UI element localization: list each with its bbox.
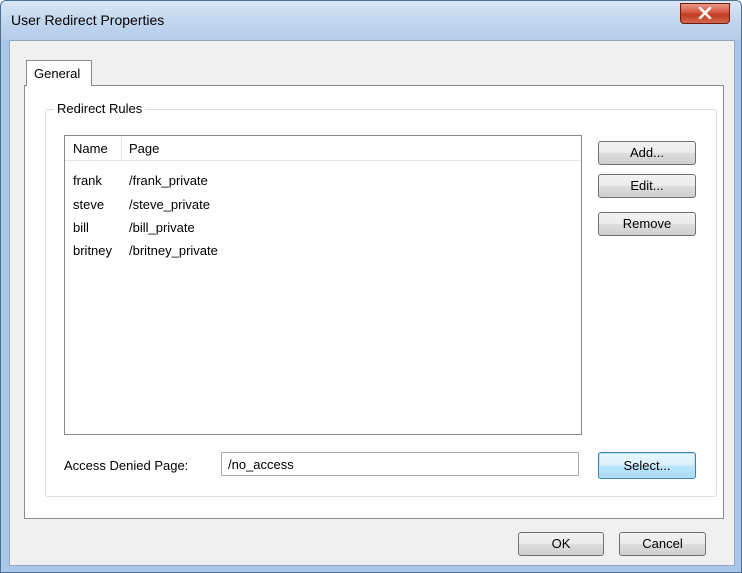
tab-general[interactable]: General [26,60,92,86]
close-button[interactable] [680,3,730,24]
list-header: Name Page [65,136,581,161]
window-title: User Redirect Properties [11,12,165,28]
list-item[interactable]: bill /bill_private [65,218,581,237]
list-item-name: frank [73,173,102,188]
access-denied-page-value: /no_access [228,457,294,472]
column-header-name[interactable]: Name [73,141,108,156]
ok-button[interactable]: OK [518,532,604,556]
list-item-page: /bill_private [129,220,195,235]
column-header-page[interactable]: Page [129,141,159,156]
dialog-window: User Redirect Properties General Redirec… [0,0,742,573]
list-item-name: britney [73,243,113,258]
list-item-page: /steve_private [129,197,210,212]
list-item-page: /britney_private [129,243,218,258]
title-bar[interactable]: User Redirect Properties [1,1,741,40]
select-button[interactable]: Select... [598,452,696,479]
dialog-client-area: General Redirect Rules Name Page frank /… [9,40,735,566]
add-button[interactable]: Add... [598,141,696,165]
list-item[interactable]: steve /steve_private [65,195,581,214]
list-item-page: /frank_private [129,173,208,188]
edit-button[interactable]: Edit... [598,174,696,198]
redirect-rules-group: Redirect Rules Name Page frank /frank_pr… [45,101,717,497]
access-denied-page-field[interactable]: /no_access [221,452,579,476]
remove-button[interactable]: Remove [598,212,696,236]
list-item[interactable]: britney /britney_private [65,241,581,260]
access-denied-label: Access Denied Page: [64,458,189,473]
redirect-rules-legend: Redirect Rules [54,101,146,116]
redirect-rules-list[interactable]: Name Page frank /frank_private steve /st… [64,135,582,435]
list-item-name: steve [73,197,105,212]
list-item-name: bill [73,220,89,235]
list-item[interactable]: frank /frank_private [65,171,581,190]
close-icon [698,7,712,19]
tab-general-label: General [34,66,81,81]
column-separator[interactable] [121,136,122,160]
cancel-button[interactable]: Cancel [619,532,706,556]
tab-panel-general: Redirect Rules Name Page frank /frank_pr… [24,85,724,519]
